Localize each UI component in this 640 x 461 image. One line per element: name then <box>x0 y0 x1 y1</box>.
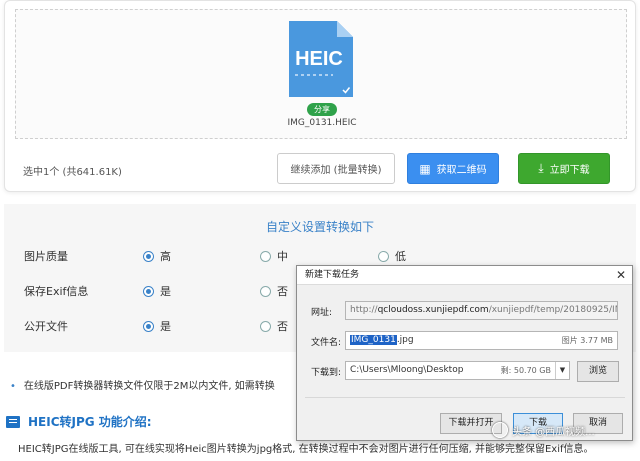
radio-label: 否 <box>277 320 288 333</box>
public-no-radio[interactable]: 否 <box>260 318 288 334</box>
heic-file-icon: HEIC <box>289 21 353 97</box>
public-file-label: 公开文件 <box>24 320 68 333</box>
radio-label: 否 <box>277 285 288 298</box>
intro-text: HEIC转JPG在线版工具, 可在线实现将Heic图片转换为jpg格式, 在转换… <box>18 444 594 455</box>
quality-medium-radio[interactable]: 中 <box>260 248 288 264</box>
radio-label: 低 <box>395 250 406 263</box>
quality-label: 图片质量 <box>24 250 68 263</box>
url-field[interactable]: http://qcloudoss.xunjiepdf.com/xunjiepdf… <box>345 301 618 320</box>
exif-no-radio[interactable]: 否 <box>260 283 288 299</box>
size-notice: • 在线版PDF转换器转换文件仅限于2M以内文件, 如需转换 <box>10 377 275 392</box>
qr-button-label: 获取二维码 <box>436 165 487 176</box>
divider <box>305 397 625 398</box>
upload-panel: HEIC 分享 IMG_0131.HEIC 选中1个 (共641.61K) 继续… <box>4 0 636 192</box>
filename-selected-text: IMG_0131 <box>350 335 397 345</box>
radio-label: 中 <box>277 250 288 263</box>
file-size-meta: 图片 3.77 MB <box>561 336 613 345</box>
filename-extension: .jpg <box>396 335 414 345</box>
radio-dot <box>378 250 389 262</box>
radio-dot <box>143 250 154 262</box>
intro-title: HEIC转JPG 功能介绍: <box>6 413 152 430</box>
bullet-icon: • <box>10 381 16 392</box>
radio-dot <box>143 320 154 332</box>
url-host: qcloudoss.xunjiepdf.com <box>377 305 489 315</box>
file-type-label: HEIC <box>295 48 343 70</box>
chevron-down-icon[interactable]: ▼ <box>555 362 569 379</box>
exif-label: 保存Exif信息 <box>24 285 89 298</box>
intro-title-text: HEIC转JPG 功能介绍: <box>28 415 152 429</box>
browse-button[interactable]: 浏览 <box>577 361 619 382</box>
filename-label: 文件名: <box>311 338 342 348</box>
watermark: 头条 @西瓜视频... <box>492 422 595 438</box>
selected-count: 选中1个 (共641.61K) <box>23 167 122 178</box>
qr-code-icon: ▦ <box>419 161 431 176</box>
quality-high-radio[interactable]: 高 <box>143 248 171 264</box>
share-badge[interactable]: 分享 <box>307 103 337 116</box>
radio-label: 是 <box>160 285 171 298</box>
save-path-value: C:\Users\Mloong\Desktop <box>350 365 464 375</box>
quality-low-radio[interactable]: 低 <box>378 248 406 264</box>
download-icon: ⤓ <box>538 161 544 175</box>
url-path: /xunjiepdf/temp/20180925/IMG_0131.jp <box>488 305 618 315</box>
radio-label: 高 <box>160 250 171 263</box>
settings-title: 自定义设置转换如下 <box>265 220 374 234</box>
radio-dot <box>143 285 154 297</box>
continue-add-label: 继续添加 (批量转换) <box>290 165 382 176</box>
radio-dot <box>260 285 271 297</box>
dialog-title-text: 新建下载任务 <box>305 270 360 280</box>
exif-yes-radio[interactable]: 是 <box>143 283 171 299</box>
file-name: IMG_0131.HEIC <box>287 118 357 128</box>
download-button-label: 立即下载 <box>549 165 590 176</box>
save-to-label: 下载到: <box>311 368 342 378</box>
radio-dot <box>260 250 271 262</box>
watermark-text: 头条 @西瓜视频... <box>512 426 595 438</box>
download-now-button[interactable]: ⤓ 立即下载 <box>518 153 610 184</box>
radio-label: 是 <box>160 320 171 333</box>
url-label: 网址: <box>311 308 333 318</box>
watermark-logo-icon <box>492 422 508 438</box>
save-path-field[interactable]: C:\Users\Mloong\Desktop 剩: 50.70 GB ▼ <box>345 361 570 380</box>
new-download-dialog: 新建下载任务 ✕ 网址: http://qcloudoss.xunjiepdf.… <box>296 265 633 441</box>
dialog-title: 新建下载任务 ✕ <box>297 266 632 285</box>
public-yes-radio[interactable]: 是 <box>143 318 171 334</box>
radio-dot <box>260 320 271 332</box>
get-qr-code-button[interactable]: ▦ 获取二维码 <box>407 153 499 184</box>
url-prefix: http:// <box>350 305 378 315</box>
continue-add-button[interactable]: 继续添加 (批量转换) <box>277 153 395 184</box>
document-icon <box>6 415 20 428</box>
filename-field[interactable]: IMG_0131.jpg 图片 3.77 MB <box>345 331 618 350</box>
free-space: 剩: 50.70 GB <box>500 366 551 375</box>
close-icon[interactable]: ✕ <box>616 266 626 285</box>
notice-text: 在线版PDF转换器转换文件仅限于2M以内文件, 如需转换 <box>23 381 275 392</box>
